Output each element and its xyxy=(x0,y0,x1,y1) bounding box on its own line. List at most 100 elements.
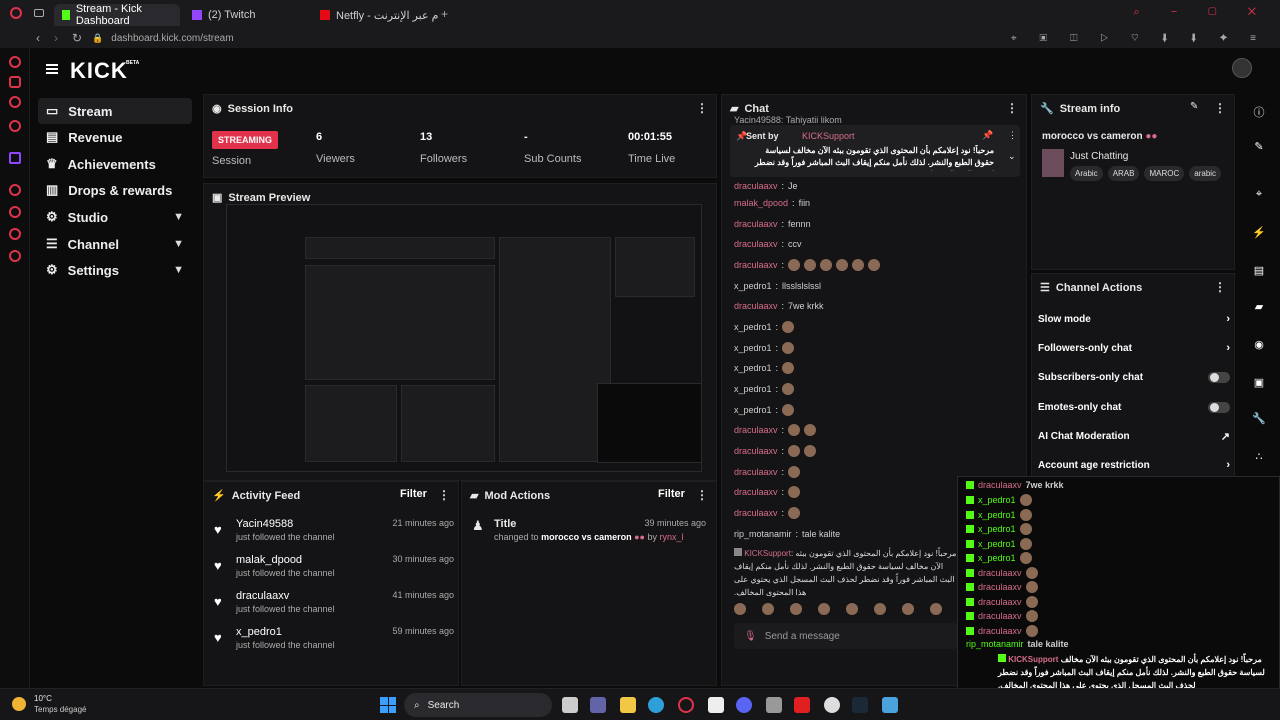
feed-user[interactable]: malak_dpood xyxy=(236,554,302,566)
sidebar-item-achievements[interactable]: ♛ Achievements xyxy=(38,151,192,177)
scan-icon[interactable]: ⌖ xyxy=(1252,188,1266,202)
more-icon[interactable]: ⋮ xyxy=(1214,101,1226,115)
emotes-only-toggle[interactable] xyxy=(1208,401,1230,413)
obs-icon[interactable] xyxy=(824,697,840,713)
unpin-icon[interactable]: 📌 xyxy=(982,130,993,141)
subscribers-only-toggle[interactable] xyxy=(1208,371,1230,383)
bolt-icon[interactable]: ⚡ xyxy=(1252,226,1266,240)
opera-taskbar-icon[interactable] xyxy=(678,697,694,713)
chat-user[interactable]: x_pedro1 xyxy=(734,343,772,353)
weather-icon[interactable] xyxy=(12,697,26,711)
tag[interactable]: MAROC xyxy=(1144,166,1185,181)
tag[interactable]: Arabic xyxy=(1070,166,1103,181)
emote-icon[interactable] xyxy=(930,603,942,615)
store-icon[interactable] xyxy=(708,697,724,713)
pinned-message[interactable]: 📌 Sent by KICKSupport 📌 ⋮ مرحباً! نود إع… xyxy=(730,125,1020,177)
wrench-icon[interactable]: 🔧 xyxy=(1252,412,1266,426)
chat-user[interactable]: x_pedro1 xyxy=(734,405,772,415)
twitch-rail-icon[interactable] xyxy=(9,152,21,164)
back-icon[interactable]: ‹ xyxy=(36,31,40,45)
clock-icon[interactable] xyxy=(9,250,21,262)
discord-icon[interactable] xyxy=(736,697,752,713)
pinned-user[interactable]: KICKSupport xyxy=(802,131,855,141)
new-tab-button[interactable]: + xyxy=(441,7,448,21)
windows-start-icon[interactable] xyxy=(380,697,396,713)
more-icon[interactable]: ⋮ xyxy=(1214,280,1226,294)
music-icon[interactable] xyxy=(9,120,21,132)
chat-user[interactable]: draculaaxv xyxy=(734,239,778,249)
emote-icon[interactable] xyxy=(846,603,858,615)
chat-user[interactable]: draculaaxv xyxy=(734,467,778,477)
tab-netfly[interactable]: Netfly - الأفلام عبر الإنترنت xyxy=(312,4,438,26)
stream-preview-video[interactable] xyxy=(226,204,702,472)
broadcast-icon[interactable]: ◉ xyxy=(1252,338,1266,352)
messenger-icon[interactable] xyxy=(9,56,21,68)
more-icon[interactable]: ⋮ xyxy=(1006,101,1018,115)
window-controls[interactable]: ⌕ − ▢ ✕ xyxy=(1133,6,1270,19)
chat-user[interactable]: x_pedro1 xyxy=(734,322,772,332)
edge-icon[interactable] xyxy=(648,697,664,713)
category-name[interactable]: Just Chatting xyxy=(1070,151,1128,162)
task-view-icon[interactable] xyxy=(562,697,578,713)
chat-user[interactable]: x_pedro1 xyxy=(734,281,772,291)
app-icon[interactable] xyxy=(766,697,782,713)
emote-icon[interactable] xyxy=(818,603,830,615)
url-field[interactable]: dashboard.kick.com/stream xyxy=(111,33,233,44)
youtube-icon[interactable] xyxy=(794,697,810,713)
account-age-row[interactable]: Account age restriction › xyxy=(1038,454,1230,476)
sidebar-item-settings[interactable]: ⚙ Settings ▼ xyxy=(38,257,192,283)
avatar[interactable] xyxy=(1232,58,1252,78)
chat-user[interactable]: draculaaxv xyxy=(734,260,778,270)
more-icon[interactable]: ⋮ xyxy=(696,101,708,115)
emote-icon[interactable] xyxy=(734,603,746,615)
dots-grid-icon[interactable]: ∴ xyxy=(1252,450,1266,464)
mod-detail-user[interactable]: rynx_l xyxy=(660,532,684,542)
reload-icon[interactable]: ↻ xyxy=(72,31,82,45)
whatsapp-icon[interactable] xyxy=(9,96,21,108)
ai-moderation-row[interactable]: AI Chat Moderation ↗ xyxy=(1038,425,1230,447)
layout-icon[interactable]: ▣ xyxy=(1252,376,1266,390)
kick-logo[interactable]: KICK xyxy=(70,58,128,84)
send-message-input[interactable]: Send a message xyxy=(765,631,840,642)
tab-kick-dashboard[interactable]: Stream - Kick Dashboard xyxy=(54,3,180,27)
feed-user[interactable]: draculaaxv xyxy=(236,590,289,602)
more-icon[interactable]: ⋮ xyxy=(696,488,708,502)
sidebar-item-drops[interactable]: ▥ Drops & rewards xyxy=(38,177,192,203)
tab-twitch[interactable]: (2) Twitch xyxy=(184,4,310,26)
emote-bar[interactable] xyxy=(734,603,964,617)
steam-icon[interactable] xyxy=(852,697,868,713)
teams-icon[interactable] xyxy=(590,697,606,713)
more-icon[interactable]: ⋮ xyxy=(438,488,450,502)
chat-user[interactable]: KICKSupport xyxy=(744,549,791,558)
instagram-icon[interactable] xyxy=(9,76,21,88)
tag[interactable]: arabic xyxy=(1189,166,1222,181)
filter-button[interactable]: Filter xyxy=(400,488,427,500)
emote-icon[interactable] xyxy=(762,603,774,615)
chevron-down-icon[interactable]: ⌄ xyxy=(1008,151,1016,162)
chat-user[interactable]: x_pedro1 xyxy=(734,384,772,394)
more-icon[interactable]: ⋮ xyxy=(1008,130,1017,141)
chat-user[interactable]: draculaaxv xyxy=(734,301,778,311)
microphone-icon[interactable]: 🎙 xyxy=(744,631,757,642)
chat-user[interactable]: draculaaxv xyxy=(734,508,778,518)
feed-user[interactable]: x_pedro1 xyxy=(236,626,282,638)
cube-icon[interactable] xyxy=(9,206,21,218)
chat-bubble-icon[interactable]: ▰ xyxy=(1252,300,1266,314)
chat-user[interactable]: malak_dpood xyxy=(734,198,788,208)
chat-user[interactable]: draculaaxv xyxy=(734,446,778,456)
chat-user[interactable]: draculaaxv xyxy=(734,487,778,497)
sidebar-item-stream[interactable]: ▭ Stream xyxy=(38,98,192,124)
taskbar-search[interactable]: ⌕ Search xyxy=(404,693,552,717)
feed-user[interactable]: Yacin49588 xyxy=(236,518,293,530)
emote-icon[interactable] xyxy=(902,603,914,615)
chat-user[interactable]: x_pedro1 xyxy=(734,363,772,373)
emote-icon[interactable] xyxy=(790,603,802,615)
sidebar-item-revenue[interactable]: ▤ Revenue xyxy=(38,124,192,150)
followers-only-row[interactable]: Followers-only chat › xyxy=(1038,337,1230,359)
filter-button[interactable]: Filter xyxy=(658,488,685,500)
hamburger-menu-icon[interactable] xyxy=(46,64,58,74)
opera-icon[interactable] xyxy=(10,7,22,19)
browser-toolbar-icons[interactable]: ⌖ ▣ ◫ ▷ ♡ ⬇ ⬇ ✦ ≡ xyxy=(1011,33,1266,44)
photos-icon[interactable] xyxy=(882,697,898,713)
slow-mode-row[interactable]: Slow mode › xyxy=(1038,308,1230,330)
